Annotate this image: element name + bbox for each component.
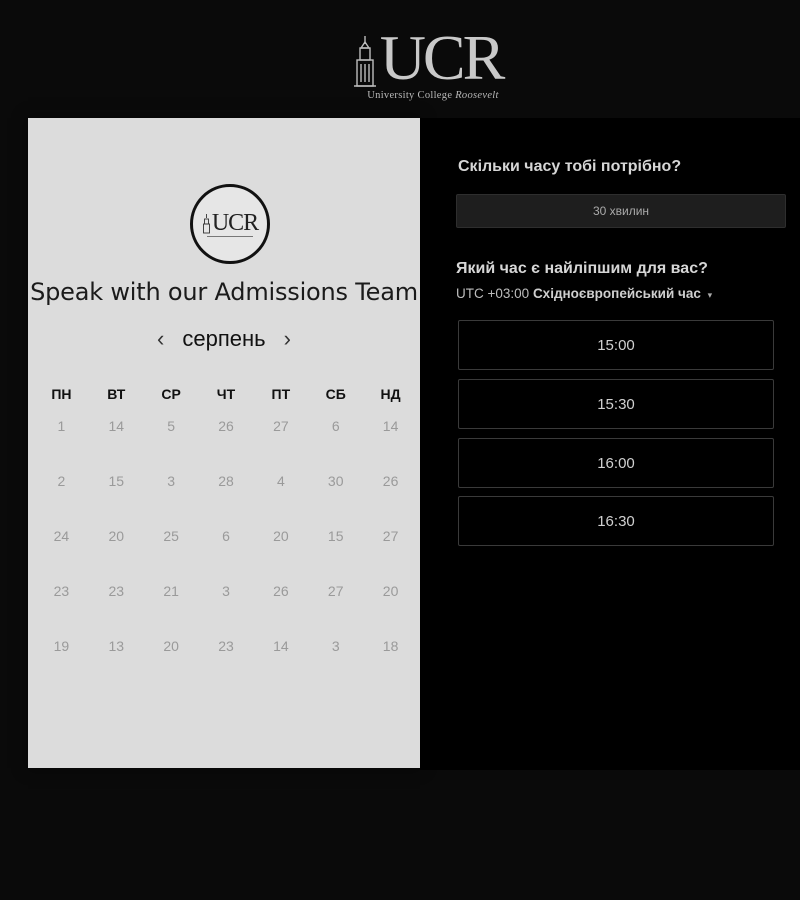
logo-subtitle: University College Roosevelt (367, 90, 498, 101)
logo-subtitle-plain: University College (367, 90, 453, 101)
tower-icon (202, 213, 210, 233)
chevron-right-icon[interactable]: › (284, 328, 291, 350)
calendar-day[interactable]: 23 (34, 583, 89, 638)
booking-panel: Скільки часу тобі потрібно? 30 хвилин Як… (420, 118, 800, 770)
chevron-left-icon[interactable]: ‹ (157, 328, 164, 350)
calendar-day[interactable]: 15 (308, 528, 363, 583)
weekday-label: СР (161, 386, 181, 402)
calendar-day[interactable]: 21 (144, 583, 199, 638)
calendar-day[interactable]: 19 (34, 638, 89, 693)
caret-down-icon: ▾ (707, 290, 713, 300)
calendar-day[interactable]: 5 (144, 418, 199, 473)
duration-question: Скільки часу тобі потрібно? (458, 158, 682, 175)
logo-subtitle-italic: Roosevelt (455, 90, 499, 101)
badge-subtitle-line (207, 235, 253, 237)
calendar-day[interactable]: 13 (89, 638, 144, 693)
weekday-label: ЧТ (216, 386, 236, 402)
calendar-day[interactable]: 3 (144, 473, 199, 528)
time-slot-button[interactable]: 15:30 (458, 379, 774, 429)
calendar-day[interactable]: 14 (253, 638, 308, 693)
calendar-day[interactable]: 25 (144, 528, 199, 583)
calendar-day[interactable]: 20 (144, 638, 199, 693)
calendar-day[interactable]: 14 (89, 418, 144, 473)
calendar-panel: UCR Speak with our Admissions Team ‹ сер… (28, 118, 420, 768)
ucr-header-logo: UCR University College Roosevelt (336, 22, 518, 108)
calendar-day[interactable]: 15 (89, 473, 144, 528)
ucr-badge-logo: UCR (190, 184, 270, 264)
duration-select[interactable]: 30 хвилин (456, 194, 786, 228)
weekday-label: ПТ (271, 386, 291, 402)
weekday-label: ВТ (107, 386, 126, 402)
calendar-day[interactable]: 3 (308, 638, 363, 693)
time-slot-button[interactable]: 16:30 (458, 496, 774, 546)
calendar-day[interactable]: 23 (199, 638, 254, 693)
time-slot-button[interactable]: 15:00 (458, 320, 774, 370)
calendar-day[interactable]: 4 (253, 473, 308, 528)
timezone-selector[interactable]: UTC +03:00 Східноєвропейський час ▾ (456, 286, 712, 301)
calendar-day[interactable]: 2 (34, 473, 89, 528)
calendar-day[interactable]: 27 (253, 418, 308, 473)
day-grid: 1 14 5 26 27 6 14 2 15 3 28 4 30 26 24 20 25 6 20 15 27 23 23 2… (34, 418, 418, 693)
time-slot-button[interactable]: 16:00 (458, 438, 774, 488)
calendar-day[interactable]: 27 (363, 528, 418, 583)
calendar-day[interactable]: 3 (199, 583, 254, 638)
tower-icon (353, 36, 376, 87)
weekday-header: ПН ВТ СР ЧТ ПТ СБ НД (34, 386, 418, 402)
calendar-day[interactable]: 14 (363, 418, 418, 473)
badge-text: UCR (211, 209, 259, 236)
weekday-label: НД (380, 386, 401, 402)
weekday-label: СБ (325, 386, 346, 402)
calendar-day[interactable]: 26 (253, 583, 308, 638)
calendar-day[interactable]: 6 (308, 418, 363, 473)
calendar-day[interactable]: 26 (199, 418, 254, 473)
month-navigation: ‹ серпень › (28, 326, 420, 352)
logo-text: UCR (379, 22, 506, 93)
calendar-day[interactable]: 26 (363, 473, 418, 528)
calendar-day[interactable]: 23 (89, 583, 144, 638)
calendar-day[interactable]: 30 (308, 473, 363, 528)
time-question: Який час є найліпшим для вас? (456, 260, 708, 277)
calendar-day[interactable]: 24 (34, 528, 89, 583)
month-label: серпень (182, 326, 266, 351)
calendar-day[interactable]: 20 (253, 528, 308, 583)
calendar-day[interactable]: 1 (34, 418, 89, 473)
calendar-day[interactable]: 28 (199, 473, 254, 528)
calendar-day[interactable]: 20 (89, 528, 144, 583)
calendar-day[interactable]: 20 (363, 583, 418, 638)
calendar-day[interactable]: 27 (308, 583, 363, 638)
timezone-name: Східноєвропейський час (532, 286, 701, 301)
calendar-day[interactable]: 6 (199, 528, 254, 583)
page-title: Speak with our Admissions Team (30, 278, 418, 306)
timezone-offset: UTC +03:00 (456, 286, 530, 301)
calendar-day[interactable]: 18 (363, 638, 418, 693)
weekday-label: ПН (51, 386, 72, 402)
